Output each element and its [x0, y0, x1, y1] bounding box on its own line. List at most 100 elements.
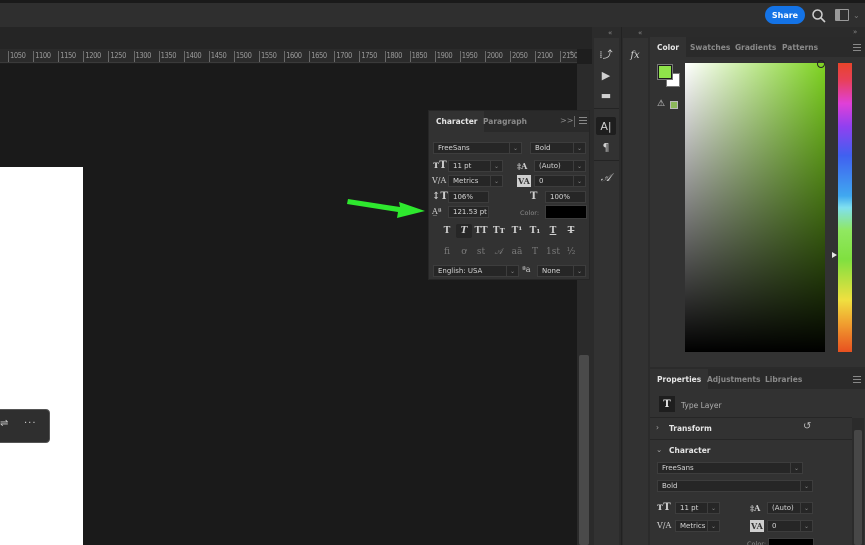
faux-bold-button[interactable]: T: [439, 224, 455, 238]
strip-1-column: [594, 38, 619, 545]
fx-icon[interactable]: fx: [625, 46, 645, 64]
ruler-tick-label: 1250: [108, 51, 126, 62]
small-caps-button[interactable]: Tт: [491, 224, 507, 238]
pp-font-style-select[interactable]: Bold ⌄: [657, 480, 813, 492]
character-section-header[interactable]: Character: [669, 446, 710, 455]
adjust-icon[interactable]: ⇌: [0, 418, 8, 429]
anti-alias-icon: ªa: [522, 265, 531, 274]
leading-select[interactable]: (Auto) ⌄: [534, 160, 586, 172]
pp-font-family-select[interactable]: FreeSans ⌄: [657, 462, 803, 474]
ruler-tick-label: 1650: [309, 51, 327, 62]
all-caps-button[interactable]: TT: [473, 224, 489, 238]
panel-menu-icon[interactable]: [853, 44, 861, 51]
transform-section-header[interactable]: Transform: [669, 424, 712, 433]
play-icon[interactable]: ▶: [596, 66, 616, 84]
gamut-color-swatch[interactable]: [670, 101, 678, 109]
language-select[interactable]: English: USA ⌄: [433, 265, 519, 277]
properties-panel-tabs: Properties Adjustments Libraries: [650, 369, 865, 389]
photoshop-window: Share ⌄ 1050 1100 1150 1200 1250 1300 1350 1400…: [0, 0, 865, 545]
pp-leading-value: (Auto): [772, 504, 794, 512]
pp-kerning-select[interactable]: Metrics ⌄: [675, 520, 720, 532]
document-page[interactable]: [0, 167, 83, 545]
character-icon[interactable]: A|: [596, 117, 616, 135]
expand-dock-icon[interactable]: »: [853, 28, 857, 36]
collapse-strip-icon[interactable]: «: [638, 29, 642, 37]
font-size-select[interactable]: 11 pt ⌄: [448, 160, 503, 172]
paragraph-icon[interactable]: ¶: [596, 138, 616, 156]
panel-menu-icon[interactable]: [579, 117, 587, 124]
tab-libraries[interactable]: Libraries: [758, 369, 809, 389]
text-color-swatch[interactable]: [545, 205, 587, 219]
reset-icon[interactable]: ↺: [803, 421, 811, 432]
pp-kerning-value: Metrics: [680, 522, 706, 530]
tab-color[interactable]: Color: [650, 37, 687, 57]
tracking-select[interactable]: 0 ⌄: [534, 175, 586, 187]
chevron-down-icon: ⌄: [490, 176, 502, 186]
pp-tracking-select[interactable]: 0 ⌄: [767, 520, 813, 532]
anti-alias-select[interactable]: None ⌄: [537, 265, 586, 277]
character-panel: Character Paragraph >> FreeSans ⌄ Bold ⌄…: [428, 110, 590, 280]
chevron-down-icon: ⌄: [800, 503, 812, 513]
chevron-down-icon[interactable]: ⌄: [656, 445, 662, 454]
comment-icon[interactable]: ▬: [596, 86, 616, 104]
font-family-select[interactable]: FreeSans ⌄: [433, 142, 522, 154]
tab-paragraph[interactable]: Paragraph: [476, 111, 534, 132]
history-icon[interactable]: ⁞⤴: [596, 44, 616, 62]
contextual-alternates-button[interactable]: ơ: [456, 245, 472, 259]
chevron-down-icon: ⌄: [573, 143, 585, 153]
font-style-select[interactable]: Bold ⌄: [530, 142, 586, 154]
ruler-tick-label: 1950: [459, 51, 478, 62]
hue-slider-bar[interactable]: [838, 63, 852, 352]
color-saturation-field[interactable]: [685, 63, 825, 352]
chevron-down-icon: ⌄: [707, 521, 719, 531]
leading-icon: ‡A: [750, 503, 761, 513]
baseline-shift-field[interactable]: 121.53 pt: [448, 206, 489, 218]
standard-ligatures-button[interactable]: ﬁ: [439, 245, 455, 259]
ruler-tick-label: 1750: [359, 51, 377, 62]
fractions-button[interactable]: ½: [563, 245, 579, 259]
subscript-button[interactable]: T₁: [527, 224, 543, 238]
tab-patterns[interactable]: Patterns: [775, 37, 825, 57]
foreground-color-swatch[interactable]: [657, 64, 673, 80]
kerning-select[interactable]: Metrics ⌄: [448, 175, 503, 187]
pp-leading-select[interactable]: (Auto) ⌄: [767, 502, 813, 514]
tracking-value: 0: [539, 177, 544, 185]
color-picker-marker[interactable]: [817, 60, 825, 68]
font-size-value: 11 pt: [453, 162, 472, 170]
faux-italic-button[interactable]: T: [456, 224, 472, 238]
chevron-right-icon[interactable]: ›: [656, 423, 659, 432]
ruler-tick-label: 2050: [510, 51, 528, 62]
properties-scrollbar-thumb[interactable]: [854, 430, 862, 545]
horizontal-scale-field[interactable]: 100%: [545, 191, 586, 203]
chevron-up-icon[interactable]: ^: [568, 50, 575, 59]
pp-font-size-select[interactable]: 11 pt ⌄: [675, 502, 720, 514]
share-button[interactable]: Share: [765, 6, 805, 24]
collapse-icon[interactable]: >>: [560, 116, 573, 125]
underline-button[interactable]: T: [545, 224, 561, 238]
titling-alternates-button[interactable]: T: [527, 245, 543, 259]
layer-type-label: Type Layer: [681, 401, 722, 410]
search-icon[interactable]: [811, 8, 827, 24]
ordinals-button[interactable]: 1st: [545, 245, 561, 259]
more-icon[interactable]: ···: [24, 418, 37, 429]
panel-menu-icon[interactable]: [853, 376, 861, 383]
hue-slider-handle[interactable]: [832, 252, 837, 258]
strikethrough-button[interactable]: T: [563, 224, 579, 238]
ruler-tick-label: 1450: [208, 51, 227, 62]
pp-text-color-swatch[interactable]: [768, 538, 814, 545]
discretionary-ligatures-button[interactable]: st: [473, 245, 489, 259]
glyphs-icon[interactable]: 𝒜: [596, 169, 616, 187]
leading-icon: ‡A: [517, 161, 528, 171]
anti-alias-value: None: [542, 267, 561, 275]
workspace-icon[interactable]: [835, 9, 849, 21]
vertical-scale-field[interactable]: 106%: [448, 191, 489, 203]
collapse-strip-icon[interactable]: «: [608, 29, 612, 37]
superscript-button[interactable]: T¹: [509, 224, 525, 238]
ruler-tick-label: 1350: [158, 51, 177, 62]
chevron-down-icon[interactable]: ⌄: [853, 11, 860, 20]
scrollbar-thumb[interactable]: [579, 355, 589, 545]
chevron-down-icon: ⌄: [790, 463, 802, 473]
swash-button[interactable]: 𝒜: [491, 245, 507, 259]
stylistic-alternates-button[interactable]: aā: [509, 245, 525, 259]
ruler-tick-label: 1900: [434, 51, 453, 62]
